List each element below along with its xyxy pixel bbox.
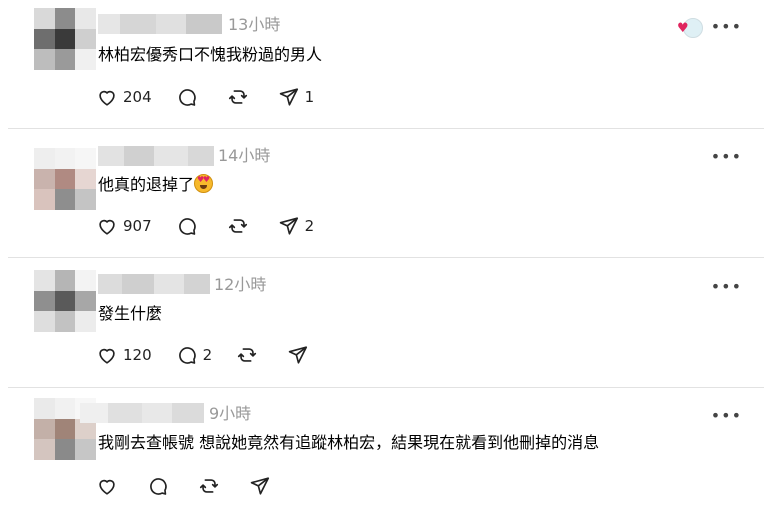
repost-icon xyxy=(228,90,247,104)
action-bar: 204 1 xyxy=(96,85,338,109)
repost-button[interactable] xyxy=(236,344,263,366)
share-icon xyxy=(250,477,270,495)
username-blurred[interactable] xyxy=(98,146,214,166)
comment-button[interactable] xyxy=(176,215,203,237)
share-button[interactable]: 1 xyxy=(278,86,315,108)
post-timestamp: 12小時 xyxy=(214,275,267,294)
post-text: 他真的退掉了 xyxy=(98,174,214,196)
comment-button[interactable] xyxy=(176,86,203,108)
like-count: 120 xyxy=(123,346,152,364)
repost-icon xyxy=(199,479,219,493)
comment-icon xyxy=(178,347,196,364)
comment-count: 2 xyxy=(202,346,213,364)
comment-button[interactable]: 2 xyxy=(176,344,213,366)
share-icon xyxy=(279,217,298,235)
heart-icon xyxy=(99,348,115,364)
username-blurred[interactable] xyxy=(98,274,210,294)
comment-icon xyxy=(178,89,196,106)
more-options-icon[interactable]: ••• xyxy=(711,149,742,165)
heart-icon xyxy=(99,219,115,235)
repost-icon xyxy=(228,219,247,233)
action-bar: 120 2 xyxy=(96,343,338,367)
divider xyxy=(8,387,764,388)
like-count: 907 xyxy=(123,217,152,235)
heart-badge-icon: ♥ xyxy=(677,21,689,36)
divider xyxy=(8,128,764,129)
share-icon xyxy=(288,346,308,364)
share-button[interactable] xyxy=(287,344,314,366)
repost-button[interactable] xyxy=(198,475,225,497)
post-text: 我剛去查帳號 想說她竟然有追蹤林柏宏，結果現在就看到他刪掉的消息 xyxy=(98,433,600,452)
post-text: 發生什麼 xyxy=(98,304,163,323)
repost-icon xyxy=(238,348,257,362)
share-count: 2 xyxy=(304,217,315,235)
username-blurred[interactable] xyxy=(80,403,204,423)
like-button[interactable]: 204 xyxy=(96,86,152,108)
heart-icon xyxy=(99,479,115,495)
action-bar: 907 2 xyxy=(96,214,338,238)
post-timestamp: 9小時 xyxy=(209,404,252,423)
repost-button[interactable] xyxy=(227,215,254,237)
avatar[interactable] xyxy=(34,148,96,210)
username-blurred[interactable] xyxy=(98,14,222,34)
share-icon xyxy=(279,88,298,106)
like-button[interactable] xyxy=(96,475,123,497)
like-button[interactable]: 907 xyxy=(96,215,152,237)
like-count: 204 xyxy=(123,88,152,106)
more-options-icon[interactable]: ••• xyxy=(711,279,742,295)
like-button[interactable]: 120 xyxy=(96,344,152,366)
more-options-icon[interactable]: ••• xyxy=(711,19,742,35)
avatar[interactable] xyxy=(34,8,96,70)
comment-button[interactable] xyxy=(147,475,174,497)
share-button[interactable]: 2 xyxy=(278,215,315,237)
action-bar xyxy=(96,474,300,498)
heart-icon xyxy=(99,90,115,106)
heart-eyes-emoji-icon xyxy=(194,174,214,193)
post-timestamp: 13小時 xyxy=(228,15,281,34)
post-text-content: 他真的退掉了 xyxy=(98,175,195,194)
comment-icon xyxy=(150,478,167,495)
divider xyxy=(8,257,764,258)
repost-button[interactable] xyxy=(227,86,254,108)
avatar[interactable] xyxy=(34,270,96,332)
post-timestamp: 14小時 xyxy=(218,146,271,165)
share-count: 1 xyxy=(304,88,315,106)
more-options-icon[interactable]: ••• xyxy=(711,408,742,424)
post-text: 林柏宏優秀口不愧我粉過的男人 xyxy=(98,45,323,64)
share-button[interactable] xyxy=(249,475,276,497)
comment-icon xyxy=(178,218,196,235)
